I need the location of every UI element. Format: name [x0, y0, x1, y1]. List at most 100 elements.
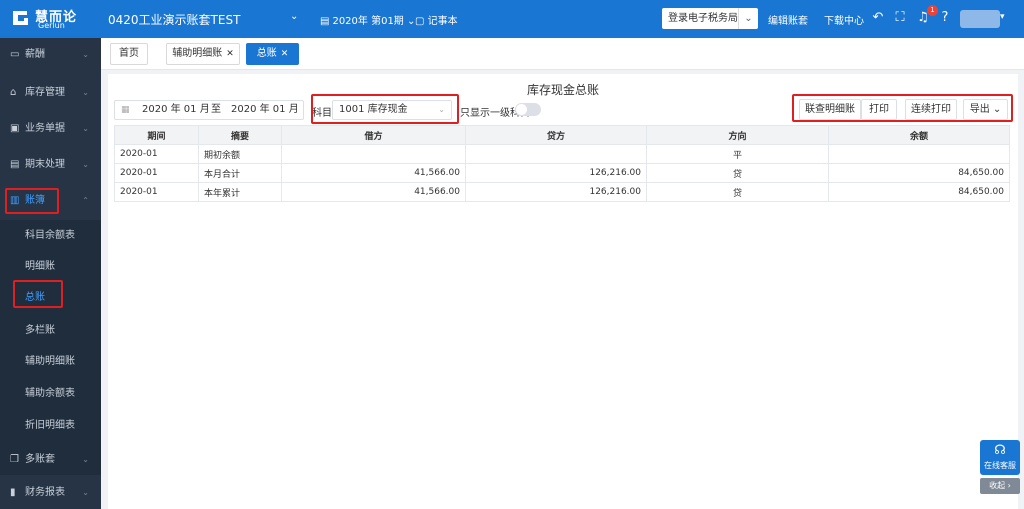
cell-summary: 本月合计 — [198, 163, 282, 183]
calculator-icon: ▤ — [10, 159, 20, 170]
sidebar-item-business-docs[interactable]: ▣ 业务单据 ⌄ — [0, 112, 101, 146]
period-selector[interactable]: ▤ 2020年 第01期 ⌄ — [320, 12, 415, 27]
level1-only-toggle[interactable] — [515, 103, 541, 116]
close-icon[interactable]: ✕ — [281, 49, 289, 59]
cell-credit: 126,216.00 — [465, 182, 647, 202]
notebook-label: 记事本 — [427, 16, 458, 27]
sidebar-item-label: 薪酬 — [25, 49, 45, 60]
cell-credit: 126,216.00 — [465, 163, 647, 183]
cell-balance: 84,650.00 — [828, 182, 1010, 202]
tab-label: 辅助明细账 — [172, 48, 223, 59]
sidebar-item-multi-account[interactable]: ❐ 多账套 ⌄ — [0, 443, 101, 477]
cell-debit — [281, 144, 466, 164]
sidebar-item-inventory[interactable]: ⌂ 库存管理 ⌄ — [0, 76, 101, 110]
tab-general-ledger[interactable]: 总账 ✕ — [246, 43, 299, 65]
tab-aux-detail[interactable]: 辅助明细账 ✕ — [166, 43, 240, 65]
help-icon[interactable]: ? — [936, 9, 954, 27]
date-range-picker[interactable]: ▦ 2020 年 01 月 至 2020 年 01 月 — [114, 100, 304, 120]
column-header[interactable]: 余额 — [828, 125, 1010, 145]
highlight-box — [5, 188, 59, 214]
chevron-down-icon[interactable]: ⌄ — [290, 11, 298, 22]
cell-period: 2020-01 — [114, 144, 199, 164]
online-service-button[interactable]: ☊ 在线客服 — [980, 440, 1020, 475]
date-from: 2020 年 01 月 — [142, 104, 210, 115]
sidebar-item-period-end[interactable]: ▤ 期末处理 ⌄ — [0, 148, 101, 182]
table-row[interactable]: 2020-01 期初余额 平 — [114, 144, 1010, 164]
fullscreen-icon[interactable]: ⛶ — [891, 9, 909, 27]
submenu-item[interactable]: 折旧明细表 — [0, 410, 101, 441]
online-service-label: 在线客服 — [984, 461, 1016, 470]
chevron-down-icon: ⌄ — [82, 124, 89, 133]
submenu-item[interactable]: 明细账 — [0, 251, 101, 282]
submenu-item[interactable]: 科目余额表 — [0, 220, 101, 251]
wallet-icon: ▭ — [10, 49, 20, 60]
column-header[interactable]: 摘要 — [198, 125, 282, 145]
tab-bar: 首页 辅助明细账 ✕ 总账 ✕ — [101, 38, 1024, 70]
sidebar-item-label: 多账套 — [25, 454, 55, 465]
cell-period: 2020-01 — [114, 163, 199, 183]
headset-icon: ☊ — [994, 443, 1006, 458]
sidebar-item-financial-reports[interactable]: ▮ 财务报表 ⌄ — [0, 476, 101, 509]
avatar[interactable] — [960, 10, 1000, 28]
cell-direction: 贷 — [646, 182, 829, 202]
submenu-item[interactable]: 辅助明细账 — [0, 346, 101, 377]
toggle-knob — [516, 104, 527, 115]
highlight-box — [792, 94, 1013, 122]
chevron-down-icon: ⌄ — [82, 455, 89, 464]
login-tax-bureau-button[interactable]: 登录电子税务局 ⌄ — [662, 8, 758, 29]
highlight-box — [13, 280, 63, 308]
notebook-button[interactable]: ▢ 记事本 — [415, 12, 458, 27]
chevron-down-icon[interactable]: ▾ — [1000, 12, 1005, 22]
document-icon: ▣ — [10, 123, 20, 134]
cell-period: 2020-01 — [114, 182, 199, 202]
chevron-down-icon: ⌄ — [82, 160, 89, 169]
tab-label: 首页 — [119, 48, 139, 59]
table-row[interactable]: 2020-01 本年累计 41,566.00 126,216.00 贷 84,6… — [114, 182, 1010, 202]
cell-direction: 贷 — [646, 163, 829, 183]
logo-subtext: Gerlun — [38, 21, 65, 30]
collapse-button[interactable]: 收起 › — [980, 478, 1020, 494]
column-header[interactable]: 贷方 — [465, 125, 647, 145]
chevron-down-icon: ⌄ — [82, 50, 89, 59]
date-to: 2020 年 01 月 — [231, 104, 299, 115]
close-icon[interactable]: ✕ — [226, 49, 234, 59]
date-separator: 至 — [211, 104, 221, 115]
column-header[interactable]: 借方 — [281, 125, 466, 145]
notebook-icon: ▢ — [415, 16, 425, 27]
bar-chart-icon: ▮ — [10, 487, 16, 498]
sidebar-item-label: 库存管理 — [25, 87, 65, 98]
logo-mark-icon — [13, 11, 28, 25]
chevron-down-icon[interactable]: ⌄ — [738, 8, 758, 29]
top-bar: 慧而论 Gerlun 0420工业演示账套TEST ⌄ ▤ 2020年 第01期 … — [0, 0, 1024, 38]
cell-direction: 平 — [646, 144, 829, 164]
chevron-up-icon: ⌃ — [82, 196, 89, 205]
calendar-icon: ▦ — [121, 105, 130, 115]
submenu-item[interactable]: 多栏账 — [0, 315, 101, 346]
table-header-row: 期间 摘要 借方 贷方 方向 余额 — [114, 125, 1010, 145]
report-panel: 库存现金总账 ▦ 2020 年 01 月 至 2020 年 01 月 科目 10… — [108, 74, 1018, 509]
edit-account-link[interactable]: 编辑账套 — [768, 12, 808, 27]
column-header[interactable]: 方向 — [646, 125, 829, 145]
cell-balance — [828, 144, 1010, 164]
cell-credit — [465, 144, 647, 164]
chevron-down-icon: ⌄ — [82, 488, 89, 497]
cell-debit: 41,566.00 — [281, 163, 466, 183]
cell-summary: 本年累计 — [198, 182, 282, 202]
table-row[interactable]: 2020-01 本月合计 41,566.00 126,216.00 贷 84,6… — [114, 163, 1010, 183]
column-header[interactable]: 期间 — [114, 125, 199, 145]
submenu-item[interactable]: 辅助余额表 — [0, 378, 101, 409]
back-icon[interactable]: ↶ — [869, 9, 887, 27]
calendar-icon: ▤ — [320, 16, 330, 27]
cell-balance: 84,650.00 — [828, 163, 1010, 183]
copy-icon: ❐ — [10, 454, 19, 465]
highlight-box — [311, 94, 459, 124]
chevron-down-icon: ⌄ — [82, 88, 89, 97]
download-center-link[interactable]: 下载中心 — [824, 12, 864, 27]
tab-home[interactable]: 首页 — [110, 43, 148, 65]
tab-label: 总账 — [256, 48, 277, 59]
login-tax-label: 登录电子税务局 — [668, 13, 738, 24]
cell-summary: 期初余额 — [198, 144, 282, 164]
account-name[interactable]: 0420工业演示账套TEST — [108, 11, 240, 28]
sidebar-item-salary[interactable]: ▭ 薪酬 ⌄ — [0, 38, 101, 72]
period-label: 2020年 第01期 — [332, 16, 404, 27]
